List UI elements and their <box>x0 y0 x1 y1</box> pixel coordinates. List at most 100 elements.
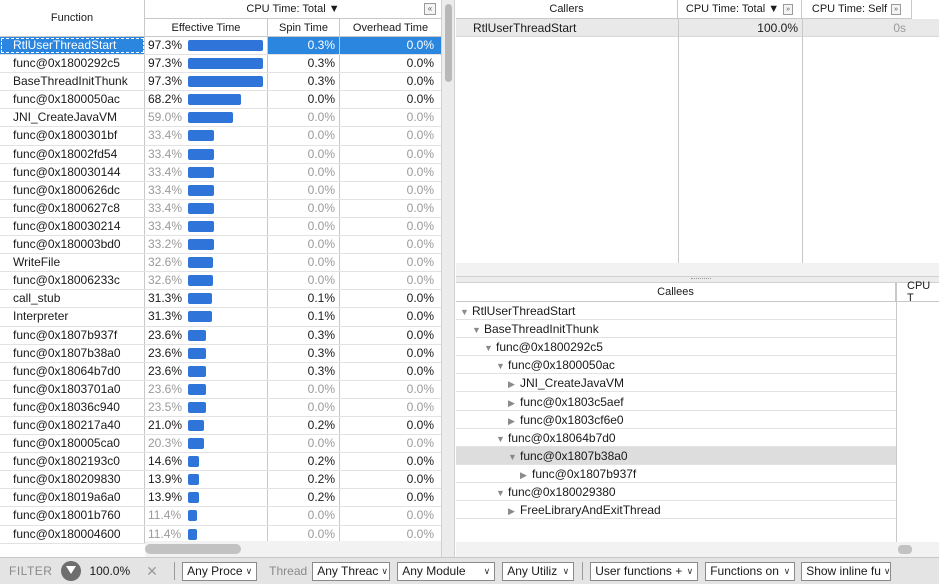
column-header-callees[interactable]: Callees <box>456 283 896 302</box>
tree-item-label: func@0x18064b7d0 <box>508 430 616 445</box>
tree-item[interactable]: ▶ func@0x1807b937f <box>456 465 896 483</box>
table-row[interactable]: func@0x1802193c0 14.6% 0.2% 0.0% <box>0 453 441 472</box>
table-row[interactable]: func@0x1800050ac 68.2% 0.0% 0.0% <box>0 91 441 110</box>
column-header-effective-time[interactable]: Effective Time <box>145 19 268 37</box>
table-row[interactable]: func@0x180209830 13.9% 0.2% 0.0% <box>0 471 441 490</box>
column-header-overhead-time[interactable]: Overhead Time <box>340 19 441 37</box>
expanded-triangle-icon[interactable]: ▼ <box>496 484 508 502</box>
collapsed-triangle-icon[interactable]: ▶ <box>508 394 520 412</box>
table-row[interactable]: func@0x18036c940 23.5% 0.0% 0.0% <box>0 398 441 417</box>
overhead-time-cell: 0.0% <box>406 164 434 179</box>
column-header-spin-time[interactable]: Spin Time <box>268 19 340 37</box>
table-row[interactable]: func@0x1807b937f 23.6% 0.3% 0.0% <box>0 326 441 345</box>
table-row[interactable]: call_stub 31.3% 0.1% 0.0% <box>0 290 441 309</box>
user-functions-dropdown[interactable]: User functions + ∨ <box>590 561 699 581</box>
collapse-columns-button[interactable]: « <box>424 3 436 15</box>
callees-horizontal-scrollbar[interactable] <box>456 542 939 557</box>
column-header-callers-cpu-self[interactable]: CPU Time: Self » <box>802 0 912 19</box>
overhead-time-cell: 0.0% <box>406 291 434 306</box>
pane-splitter[interactable] <box>456 276 939 283</box>
column-header-callees-cpu-label: CPU T <box>907 280 931 304</box>
vertical-scrollbar-thumb[interactable] <box>445 4 452 82</box>
effective-time-cell: 33.4% <box>145 181 268 199</box>
effective-time-cell: 23.6% <box>145 344 268 362</box>
vertical-scrollbar[interactable] <box>441 0 455 557</box>
column-header-function[interactable]: Function <box>0 0 145 37</box>
table-row[interactable]: func@0x1800301bf 33.4% 0.0% 0.0% <box>0 127 441 146</box>
tree-item[interactable]: ▼ BaseThreadInitThunk <box>456 320 896 339</box>
tree-item[interactable]: ▼ RtlUserThreadStart <box>456 302 896 320</box>
column-header-callers[interactable]: Callers <box>456 0 678 19</box>
table-row[interactable]: func@0x18002fd54 33.4% 0.0% 0.0% <box>0 145 441 164</box>
effective-time-value: 14.6% <box>148 454 183 469</box>
process-dropdown-value: Any Proce <box>187 564 243 578</box>
table-row[interactable]: func@0x180030214 33.4% 0.0% 0.0% <box>0 217 441 237</box>
expanded-triangle-icon[interactable]: ▼ <box>496 357 508 375</box>
table-row[interactable]: func@0x1803701a0 23.6% 0.0% 0.0% <box>0 380 441 399</box>
table-row[interactable]: func@0x1800292c5 97.3% 0.3% 0.0% <box>0 55 441 74</box>
horizontal-scrollbar-thumb[interactable] <box>145 544 241 554</box>
horizontal-scrollbar[interactable] <box>145 541 441 557</box>
expanded-triangle-icon[interactable]: ▼ <box>472 321 484 339</box>
expand-self-button[interactable]: » <box>891 3 902 15</box>
function-name-cell: func@0x1800292c5 <box>0 55 145 73</box>
table-row[interactable]: RtlUserThreadStart 97.3% 0.3% 0.0% <box>0 37 441 56</box>
table-row[interactable]: Interpreter 31.3% 0.1% 0.0% <box>0 308 441 327</box>
callers-horizontal-scrollbar[interactable] <box>456 263 939 276</box>
tree-item[interactable]: ▶ JNI_CreateJavaVM <box>456 374 896 393</box>
collapsed-triangle-icon[interactable]: ▶ <box>520 466 532 484</box>
effective-time-cell: 20.3% <box>145 435 268 453</box>
table-row[interactable]: func@0x1807b38a0 23.6% 0.3% 0.0% <box>0 344 441 363</box>
table-row[interactable]: WriteFile 32.6% 0.0% 0.0% <box>0 254 441 273</box>
tree-item[interactable]: ▼ func@0x1800292c5 <box>456 338 896 357</box>
table-row[interactable]: func@0x180030144 33.4% 0.0% 0.0% <box>0 163 441 182</box>
tree-item[interactable]: ▼ func@0x1800050ac <box>456 356 896 375</box>
table-row[interactable]: func@0x1800626dc 33.4% 0.0% 0.0% <box>0 181 441 200</box>
table-row[interactable]: func@0x180003bd0 33.2% 0.0% 0.0% <box>0 236 441 255</box>
caller-row[interactable]: RtlUserThreadStart 100.0% 0s <box>456 19 939 37</box>
clear-filter-icon[interactable]: ✕ <box>146 563 166 579</box>
expanded-triangle-icon[interactable]: ▼ <box>508 448 520 466</box>
column-header-cpu-time-total[interactable]: CPU Time: Total ▼ « <box>145 0 441 19</box>
column-header-callers-cpu-total[interactable]: CPU Time: Total ▼ » <box>678 0 802 19</box>
tree-item[interactable]: ▶ func@0x1803cf6e0 <box>456 411 896 429</box>
collapsed-triangle-icon[interactable]: ▶ <box>508 412 520 430</box>
tree-item[interactable]: ▼ func@0x180029380 <box>456 483 896 501</box>
collapsed-triangle-icon[interactable]: ▶ <box>508 502 520 520</box>
table-row[interactable]: func@0x180005ca0 20.3% 0.0% 0.0% <box>0 435 441 454</box>
expanded-triangle-icon[interactable]: ▼ <box>460 303 472 321</box>
overhead-time-cell: 0.0% <box>406 490 434 505</box>
utilization-dropdown[interactable]: Any Utiliz ∨ <box>502 561 575 581</box>
functions-only-dropdown[interactable]: Functions on ∨ <box>705 561 796 581</box>
table-row[interactable]: func@0x18019a6a0 13.9% 0.2% 0.0% <box>0 489 441 508</box>
chevron-down-icon: ∨ <box>245 565 253 576</box>
expanded-triangle-icon[interactable]: ▼ <box>496 430 508 448</box>
table-row[interactable]: func@0x1800627c8 33.4% 0.0% 0.0% <box>0 199 441 218</box>
column-header-callees-cpu[interactable]: CPU T <box>897 280 939 304</box>
table-row[interactable]: func@0x18001b760 11.4% 0.0% 0.0% <box>0 507 441 526</box>
function-name-cell: func@0x180030144 <box>0 163 145 181</box>
expanded-triangle-icon[interactable]: ▼ <box>484 339 496 357</box>
effective-time-cell: 13.9% <box>145 489 268 507</box>
process-dropdown[interactable]: Any Proce ∨ <box>182 561 258 581</box>
column-header-callees-label: Callees <box>657 286 694 298</box>
callees-scrollbar-thumb[interactable] <box>898 545 912 554</box>
tree-item[interactable]: ▶ FreeLibraryAndExitThread <box>456 501 896 520</box>
collapsed-triangle-icon[interactable]: ▶ <box>508 375 520 393</box>
table-row[interactable]: func@0x180217a40 21.0% 0.2% 0.0% <box>0 416 441 436</box>
table-row[interactable]: JNI_CreateJavaVM 59.0% 0.0% 0.0% <box>0 109 441 128</box>
splitter-grip-icon[interactable] <box>691 278 711 281</box>
filter-funnel-icon[interactable] <box>61 561 82 581</box>
function-name-cell: func@0x1803701a0 <box>0 380 145 398</box>
module-dropdown[interactable]: Any Module ∨ <box>397 561 496 581</box>
inline-functions-dropdown[interactable]: Show inline fu ∨ <box>801 561 892 581</box>
table-row[interactable]: func@0x18064b7d0 23.6% 0.3% 0.0% <box>0 362 441 381</box>
tree-item[interactable]: ▼ func@0x18064b7d0 <box>456 429 896 447</box>
tree-item[interactable]: ▶ func@0x1803c5aef <box>456 393 896 411</box>
tree-item[interactable]: ▼ func@0x1807b38a0 <box>456 446 896 466</box>
expand-total-button[interactable]: » <box>783 3 794 15</box>
thread-dropdown[interactable]: Any Threac ∨ <box>312 561 391 581</box>
function-name-cell: func@0x1802193c0 <box>0 453 145 471</box>
table-row[interactable]: func@0x18006233c 32.6% 0.0% 0.0% <box>0 272 441 291</box>
table-row[interactable]: BaseThreadInitThunk 97.3% 0.3% 0.0% <box>0 73 441 92</box>
